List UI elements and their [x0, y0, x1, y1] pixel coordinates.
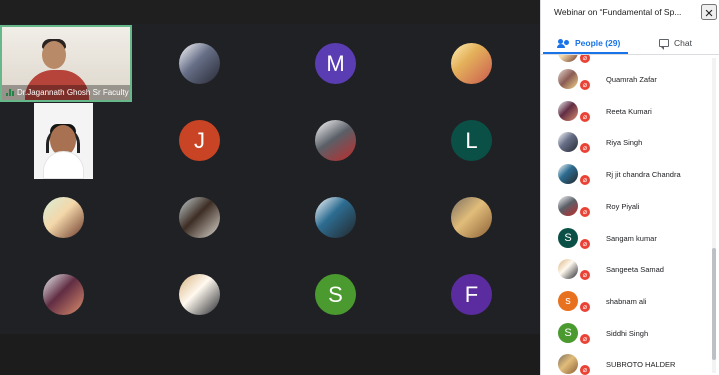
muted-mic-icon: ⌀ — [579, 110, 591, 123]
participant-name: shabnam ali — [606, 296, 647, 306]
avatar — [558, 354, 578, 375]
video-area-bottom-band — [0, 334, 540, 375]
partial-list-item[interactable]: ⌀ — [541, 55, 709, 65]
people-list-item[interactable]: S ⌀ Siddhi Singh — [541, 319, 709, 350]
speaker-name-label: Dr.Jagannath Ghosh Sr Faculty — [2, 85, 130, 100]
participant-photo-avatar[interactable] — [43, 274, 84, 315]
people-list-item[interactable]: s ⌀ shabnam ali — [541, 287, 709, 318]
avatar — [558, 195, 578, 216]
avatar: S — [558, 227, 578, 248]
avatar — [558, 164, 578, 185]
muted-mic-icon: ⌀ — [579, 269, 591, 282]
participant-photo-avatar[interactable] — [43, 197, 84, 238]
participant-name: Roy Piyali — [606, 201, 640, 211]
people-list-item[interactable]: ⌀ Reeta Kumari — [541, 97, 709, 128]
people-list-item[interactable]: ⌀ Riya Singh — [541, 128, 709, 159]
participant-photo-avatar[interactable] — [451, 43, 492, 84]
participant-initial-avatar[interactable]: L — [451, 120, 492, 161]
panel-title: Webinar on “Fundamental of Sp... — [554, 7, 682, 17]
people-list[interactable]: ⌀ ⌀ Quamrah Zafar ⌀ Reeta Kumari ⌀ Riya Singh… — [541, 55, 719, 375]
avatar — [558, 69, 578, 89]
participant-name: Sangeeta Samad — [606, 265, 664, 275]
people-list-scrollbar-thumb[interactable] — [712, 248, 716, 360]
participant-initial-avatar[interactable]: J — [179, 120, 220, 161]
participant-name: Rj jit chandra Chandra — [606, 170, 681, 180]
people-list-item[interactable]: ⌀ Roy Piyali — [541, 192, 709, 223]
participant-photo-avatar[interactable] — [179, 43, 220, 84]
people-list-item[interactable]: S ⌀ Sangam kumar — [541, 224, 709, 255]
tab-chat-label: Chat — [674, 38, 692, 48]
people-list-item[interactable]: ⌀ Quamrah Zafar — [541, 65, 709, 96]
muted-mic-icon: ⌀ — [579, 55, 591, 64]
participant-photo-avatar[interactable] — [179, 274, 220, 315]
chat-icon — [659, 39, 669, 50]
people-list-item[interactable]: ⌀ Sangeeta Samad — [541, 255, 709, 286]
participant-name: Riya Singh — [606, 138, 643, 148]
participant-name: Siddhi Singh — [606, 328, 649, 338]
muted-mic-icon: ⌀ — [579, 174, 591, 187]
people-list-item[interactable]: ⌀ Rj jit chandra Chandra — [541, 160, 709, 191]
participant-photo-avatar[interactable] — [179, 197, 220, 238]
speaker-face — [42, 41, 66, 69]
meet-window: Dr.Jagannath Ghosh Sr Faculty M J L S F Webi… — [0, 0, 719, 375]
participant-name: Quamrah Zafar — [606, 75, 657, 84]
speaker-video-tile[interactable]: Dr.Jagannath Ghosh Sr Faculty — [0, 25, 132, 102]
avatar — [558, 100, 578, 121]
participant-name: Sangam kumar — [606, 233, 657, 243]
participant-photo-avatar[interactable] — [451, 197, 492, 238]
close-icon[interactable]: × — [701, 4, 717, 21]
tab-chat[interactable]: Chat — [659, 32, 692, 54]
people-list-item[interactable]: ⌀ SUBROTO HALDER — [541, 350, 709, 375]
participant-initial-avatar[interactable]: M — [315, 43, 356, 84]
muted-mic-icon: ⌀ — [579, 142, 591, 155]
video-area-top-band — [0, 0, 540, 24]
participant-shirt — [43, 151, 84, 179]
participant-photo-avatar[interactable] — [315, 197, 356, 238]
participant-photo-avatar[interactable] — [315, 120, 356, 161]
tab-people[interactable]: People (29) — [557, 32, 620, 54]
people-panel: Webinar on “Fundamental of Sp... × Peopl… — [540, 0, 719, 375]
participant-initial-avatar[interactable]: F — [451, 274, 492, 315]
muted-mic-icon: ⌀ — [579, 332, 591, 345]
avatar: s — [558, 290, 578, 311]
muted-mic-icon: ⌀ — [579, 300, 591, 313]
avatar — [558, 55, 578, 62]
participant-name: Reeta Kumari — [606, 106, 652, 116]
participant-initial-avatar[interactable]: S — [315, 274, 356, 315]
muted-mic-icon: ⌀ — [579, 237, 591, 250]
muted-mic-icon: ⌀ — [579, 205, 591, 218]
people-icon — [557, 38, 570, 48]
participant-name: SUBROTO HALDER — [606, 360, 676, 370]
muted-mic-icon: ⌀ — [579, 79, 591, 91]
avatar — [558, 132, 578, 153]
avatar: S — [558, 322, 578, 343]
participant-video-tile[interactable] — [34, 103, 93, 179]
muted-mic-icon: ⌀ — [579, 364, 591, 375]
avatar — [558, 259, 578, 280]
tab-people-label: People (29) — [575, 38, 621, 48]
